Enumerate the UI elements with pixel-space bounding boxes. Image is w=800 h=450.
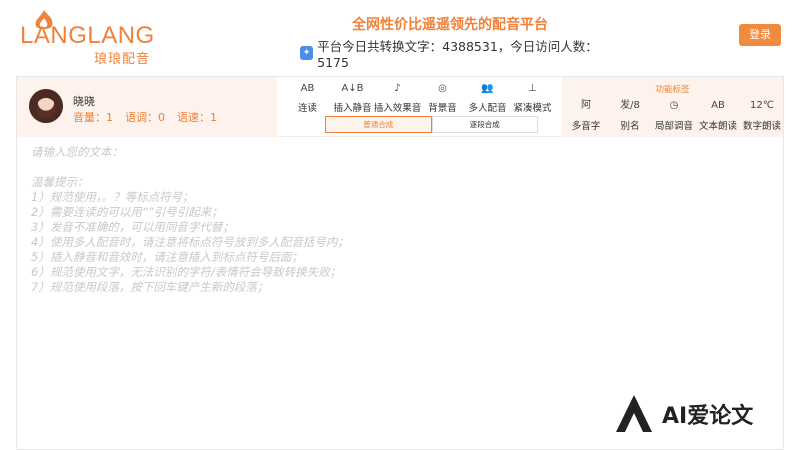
placeholder-line: 3）发音不准确的，可以用同音字代替；: [31, 220, 234, 234]
brand-logo[interactable]: LANGLANG 琅琅配音: [18, 8, 168, 67]
volume-value: 音量：1: [73, 111, 113, 124]
liaison-icon: AB: [300, 83, 315, 94]
func-text-reading[interactable]: AB 文本朗读: [696, 99, 740, 132]
tool-insert-silence[interactable]: A↓B 插入静音: [330, 81, 375, 115]
toolbar: 晓晓 音量：1 语调：0 语速：1 AB 连读 A↓B 插入静音 ♪ 插入效果音…: [17, 77, 783, 137]
tool-label: 插入效果音: [373, 103, 422, 114]
func-label: 多音字: [571, 121, 601, 132]
placeholder-line: 4）使用多人配音时，请注意将标点符号放到多人配音括号内；: [31, 235, 349, 249]
tool-label: 多人配音: [468, 103, 507, 114]
placeholder-line: 7）规范使用段落，按下回车键产生新的段落；: [31, 280, 269, 294]
login-button[interactable]: 登录: [739, 24, 781, 46]
tool-group: AB 连读 A↓B 插入静音 ♪ 插入效果音 ◎ 背景音 👥 多人配音 ⊥ 紧凑…: [285, 81, 561, 115]
watermark-text: AI爱论文: [662, 404, 754, 429]
music-icon: ◎: [438, 83, 447, 94]
tool-multi-voice[interactable]: 👥 多人配音: [465, 81, 510, 115]
voice-name: 晓晓: [73, 95, 95, 108]
placeholder-line: 2）需要连读的可以用“”引号引起来；: [31, 205, 223, 219]
stats-text: 平台今日共转换文字：4388531，今日访问人数：5175: [317, 39, 598, 70]
tool-label: 背景音: [428, 103, 457, 114]
tool-compact-mode[interactable]: ⊥ 紧凑模式: [510, 81, 555, 115]
text-reading-icon: AB: [711, 100, 725, 111]
tool-liaison[interactable]: AB 连读: [285, 81, 330, 115]
synthesis-mode-tabs: 普通合成 逐段合成: [325, 116, 538, 133]
tool-label: 紧凑模式: [513, 103, 552, 114]
avatar: [29, 89, 63, 123]
function-tags: 功能标签 阿 多音字 发/8 别名 ◷ 局部调音 AB 文本朗读 12℃ 数字朗…: [562, 77, 783, 137]
silence-icon: A↓B: [341, 83, 364, 94]
func-number-reading[interactable]: 12℃ 数字朗读: [740, 99, 784, 132]
compact-icon: ⊥: [528, 83, 537, 94]
func-polyphone[interactable]: 阿 多音字: [564, 99, 608, 132]
func-label: 文本朗读: [698, 121, 737, 132]
placeholder-line: 请输入您的文本：: [31, 145, 123, 159]
effect-icon: ♪: [394, 83, 401, 94]
func-label: 别名: [620, 121, 640, 132]
function-tags-title: 功能标签: [655, 85, 690, 95]
tab-normal-synthesis[interactable]: 普通合成: [325, 116, 432, 133]
watermark: AI爱论文: [612, 392, 753, 436]
placeholder-line: 1）规范使用，。？等标点符号；: [31, 190, 194, 204]
page-title: 全网性价比遥遥领先的配音平台: [352, 17, 548, 33]
brand-name: LANGLANG: [20, 22, 155, 49]
brand-subtitle: 琅琅配音: [94, 52, 151, 67]
voice-settings: 音量：1 语调：0 语速：1: [73, 109, 217, 125]
tool-label: 插入静音: [333, 103, 372, 114]
placeholder-line: [31, 160, 769, 175]
stats-icon: ✦: [300, 46, 314, 60]
placeholder-line: 5）插入静音和音效时，请注意插入到标点符号后面；: [31, 250, 303, 264]
ai-logo-icon: [616, 395, 652, 432]
pitch-value: 语调：0: [125, 111, 165, 124]
users-icon: 👥: [481, 83, 494, 94]
func-label: 数字朗读: [742, 121, 781, 132]
polyphone-icon: 阿: [581, 100, 591, 111]
stats-line: ✦ 平台今日共转换文字：4388531，今日访问人数：5175: [300, 36, 610, 70]
tuning-icon: ◷: [669, 100, 679, 111]
voice-selector[interactable]: 晓晓 音量：1 语调：0 语速：1: [17, 77, 277, 137]
placeholder-line: 6）规范使用文字，无法识别的字符/表情符会导致转换失败；: [31, 265, 342, 279]
func-local-tuning[interactable]: ◷ 局部调音: [652, 99, 696, 132]
tool-background-music[interactable]: ◎ 背景音: [420, 81, 465, 115]
func-alias[interactable]: 发/8 别名: [608, 99, 652, 132]
tool-insert-effect[interactable]: ♪ 插入效果音: [373, 81, 422, 115]
func-label: 局部调音: [654, 121, 693, 132]
tab-paragraph-synthesis[interactable]: 逐段合成: [431, 116, 538, 133]
speed-value: 语速：1: [177, 111, 217, 124]
tool-label: 连读: [297, 103, 317, 114]
placeholder-line: 温馨提示：: [31, 175, 89, 189]
number-reading-icon: 12℃: [750, 100, 774, 111]
alias-icon: 发/8: [620, 100, 640, 111]
